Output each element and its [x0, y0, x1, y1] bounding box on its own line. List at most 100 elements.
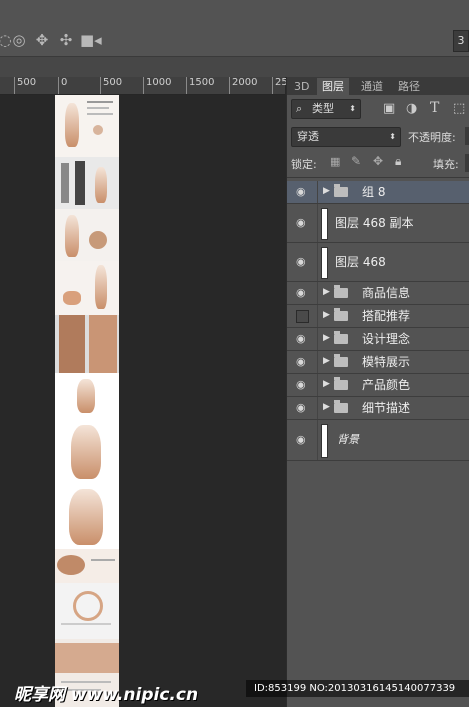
slide-icon[interactable]: ✣ — [57, 31, 75, 49]
chevron-updown-icon: ⬍ — [389, 132, 396, 141]
visibility-toggle[interactable]: ◉ — [287, 282, 318, 304]
layer-row-product-info[interactable]: ◉ ▶ 商品信息 — [287, 282, 469, 305]
rotate-icon[interactable]: ◎ — [10, 31, 28, 49]
eye-icon: ◉ — [296, 185, 306, 198]
layer-thumbnail — [321, 208, 328, 240]
layer-row-468-copy[interactable]: ◉ 图层 468 副本 — [287, 204, 469, 243]
eye-icon: ◉ — [296, 216, 306, 229]
blend-mode-value: 穿透 — [297, 130, 319, 143]
watermark: 昵享网 www.nipic.cn ID:853199 NO:2013031614… — [0, 676, 469, 707]
expand-arrow-icon[interactable]: ▶ — [323, 379, 330, 389]
folder-icon — [334, 285, 348, 298]
type-filter-icon[interactable]: T — [430, 100, 439, 116]
layer-name: 细节描述 — [362, 401, 411, 415]
fill-label: 填充: — [433, 158, 459, 171]
lock-row: 锁定: ▦ ✎ ✥ 🔒︎ 填充: — [287, 149, 469, 178]
layer-row-model[interactable]: ◉ ▶ 模特展示 — [287, 351, 469, 374]
lock-transparent-icon[interactable]: ▦ — [330, 155, 340, 168]
hidden-box-icon — [296, 310, 309, 323]
layer-name: 图层 468 — [335, 255, 386, 269]
ruler-tick: 2000 — [229, 77, 257, 94]
layer-row-color[interactable]: ◉ ▶ 产品颜色 — [287, 374, 469, 397]
watermark-logo: 昵享网 www.nipic.cn — [14, 685, 199, 705]
folder-icon — [334, 400, 348, 413]
folder-icon — [334, 354, 348, 367]
lock-all-icon[interactable]: 🔒︎ — [395, 154, 401, 169]
lock-brush-icon[interactable]: ✎ — [351, 154, 361, 168]
tab-layers[interactable]: 图层 — [317, 78, 349, 95]
menu-bar — [0, 0, 469, 26]
visibility-toggle[interactable]: ◉ — [287, 420, 318, 460]
expand-arrow-icon[interactable]: ▶ — [323, 356, 330, 366]
layer-name: 设计理念 — [362, 332, 411, 346]
pan-icon[interactable]: ✥ — [33, 31, 51, 49]
layer-name: 产品颜色 — [362, 378, 411, 392]
layer-name: 图层 468 副本 — [335, 216, 414, 230]
eye-icon: ◉ — [296, 378, 306, 391]
kind-filter-select[interactable]: ⌕ 类型 ⬍ — [291, 99, 361, 119]
image-filter-icon[interactable]: ▣ — [383, 101, 395, 116]
eye-icon: ◉ — [296, 355, 306, 368]
tab-3d[interactable]: 3D — [289, 78, 314, 95]
layer-row-group-8[interactable]: ◉ ▶ 组 8 — [287, 181, 469, 204]
model-back-section — [55, 315, 119, 373]
ruler-tick: 1000 — [143, 77, 171, 94]
eye-icon: ◉ — [296, 286, 306, 299]
document-canvas[interactable] — [0, 95, 285, 707]
model-section — [55, 261, 119, 315]
detail-section — [55, 549, 119, 583]
product-page-image — [55, 95, 119, 707]
layer-row-detail[interactable]: ◉ ▶ 细节描述 — [287, 397, 469, 420]
ruler-tick: 500 — [100, 77, 122, 94]
visibility-toggle[interactable]: ◉ — [287, 397, 318, 419]
blend-mode-select[interactable]: 穿透 ⬍ — [291, 127, 401, 147]
layer-row-background[interactable]: ◉ 背景 — [287, 420, 469, 461]
expand-arrow-icon[interactable]: ▶ — [323, 186, 330, 196]
visibility-toggle[interactable] — [287, 305, 318, 327]
visibility-toggle[interactable]: ◉ — [287, 243, 318, 281]
layer-row-design[interactable]: ◉ ▶ 设计理念 — [287, 328, 469, 351]
fill-field[interactable] — [465, 154, 469, 172]
filter-row: ⌕ 类型 ⬍ ▣ ◑ T ⬚ — [287, 95, 469, 123]
color-section — [55, 373, 119, 419]
tab-paths[interactable]: 路径 — [393, 78, 425, 95]
visibility-toggle[interactable]: ◉ — [287, 181, 318, 203]
lock-move-icon[interactable]: ✥ — [373, 154, 383, 168]
adjustment-filter-icon[interactable]: ◑ — [406, 101, 417, 116]
visibility-toggle[interactable]: ◉ — [287, 328, 318, 350]
chevron-updown-icon: ⬍ — [349, 104, 356, 113]
opacity-field[interactable] — [465, 127, 469, 145]
layer-name: 模特展示 — [362, 355, 411, 369]
outfit-section — [55, 157, 119, 209]
layer-row-outfit[interactable]: ▶ 搭配推荐 — [287, 305, 469, 328]
product-info-section — [55, 95, 119, 157]
zoom-field[interactable]: 3 — [453, 30, 469, 52]
ruler-tick: 500 — [14, 77, 36, 94]
lock-label: 锁定: — [291, 158, 317, 171]
expand-arrow-icon[interactable]: ▶ — [323, 402, 330, 412]
tab-bar — [0, 57, 469, 77]
layer-row-468[interactable]: ◉ 图层 468 — [287, 243, 469, 282]
watermark-id: ID:853199 NO:20130316145140077339 — [246, 680, 469, 697]
layer-thumbnail — [321, 424, 328, 458]
visibility-toggle[interactable]: ◉ — [287, 374, 318, 396]
layer-name: 商品信息 — [362, 286, 411, 300]
layers-panel: 3D 图层 通道 路径 ⌕ 类型 ⬍ ▣ ◑ T ⬚ 穿透 ⬍ 不透明度: 锁定… — [286, 77, 469, 707]
panel-tab-bar: 3D 图层 通道 路径 — [287, 77, 469, 95]
layer-name: 组 8 — [362, 185, 386, 199]
expand-arrow-icon[interactable]: ▶ — [323, 287, 330, 297]
folder-icon — [334, 184, 348, 197]
color-section-2 — [55, 419, 119, 485]
visibility-toggle[interactable]: ◉ — [287, 351, 318, 373]
kind-label: 类型 — [312, 102, 334, 115]
options-bar: ◌ ◎ ✥ ✣ ■◂ 3 — [0, 26, 469, 57]
shape-filter-icon[interactable]: ⬚ — [453, 101, 465, 116]
expand-arrow-icon[interactable]: ▶ — [323, 333, 330, 343]
video-camera-icon[interactable]: ■◂ — [80, 31, 102, 49]
opacity-label: 不透明度: — [408, 131, 456, 144]
expand-arrow-icon[interactable]: ▶ — [323, 310, 330, 320]
eye-icon: ◉ — [296, 255, 306, 268]
layer-list-empty-area — [287, 462, 469, 682]
tab-channels[interactable]: 通道 — [356, 78, 388, 95]
visibility-toggle[interactable]: ◉ — [287, 204, 318, 242]
